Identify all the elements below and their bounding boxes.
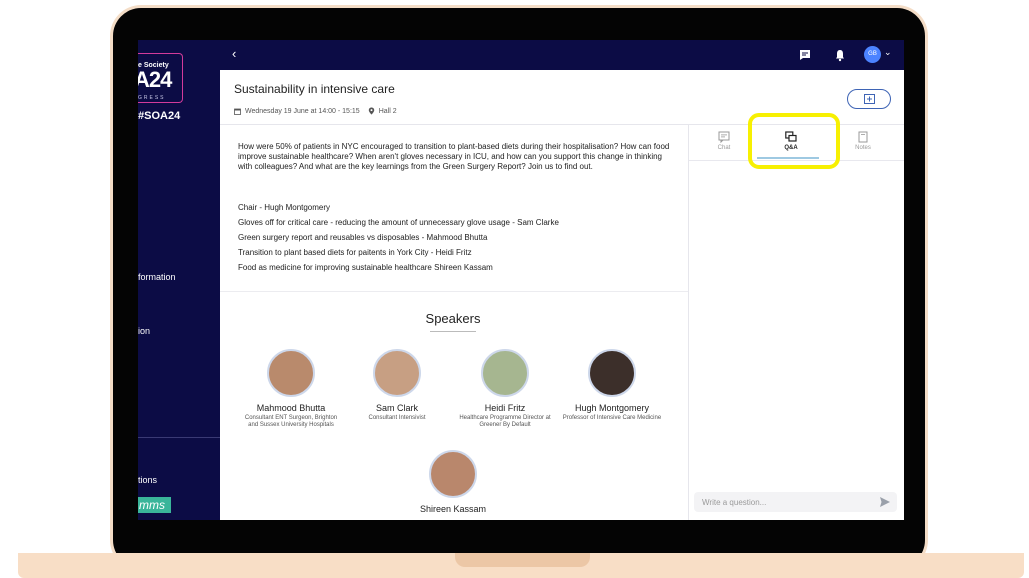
content-divider [220, 291, 688, 292]
back-chevron-icon[interactable]: ‹ [232, 46, 236, 61]
sidebar-item-information[interactable]: formation [138, 272, 176, 282]
add-to-agenda-button[interactable] [847, 89, 891, 109]
session-description: How were 50% of patients in NYC encourag… [238, 142, 670, 171]
speaker-name: Hugh Montgomery [574, 403, 650, 413]
agenda-item: Food as medicine for improving sustainab… [238, 263, 493, 272]
bell-icon[interactable] [833, 48, 847, 62]
speaker-role: Consultant Intensivist [368, 415, 426, 421]
brand-year: A24 [138, 67, 172, 92]
send-icon[interactable] [879, 496, 891, 508]
chat-icon [718, 131, 730, 143]
session-date: Wednesday 19 June at 14:00 - 15:15 [245, 107, 360, 115]
agenda-item: Chair - Hugh Montgomery [238, 203, 331, 212]
qa-tab-highlight [748, 113, 840, 169]
app-screen: e Society A24 GRESS #SOA24 formation ion… [138, 40, 904, 520]
agenda-item: Transition to plant based diets for pait… [238, 248, 472, 257]
sidebar-divider [138, 437, 220, 438]
session-location: Hall 2 [378, 107, 397, 115]
notes-icon [858, 131, 868, 143]
speaker-name: Mahmood Bhutta [256, 403, 326, 413]
top-bar: ‹ GB ⌄ [220, 40, 904, 70]
speakers-underline [430, 331, 476, 332]
speaker-role: Healthcare Programme Director at Greener… [459, 415, 551, 428]
interaction-panel: Chat Q&A Notes [689, 125, 904, 520]
sidebar: e Society A24 GRESS #SOA24 formation ion… [138, 40, 220, 520]
question-composer [694, 492, 897, 512]
speaker-card[interactable]: Shireen Kassam [403, 450, 503, 516]
speaker-avatar [429, 450, 477, 498]
speaker-card[interactable]: Hugh Montgomery Professor of Intensive C… [562, 349, 662, 422]
agenda-item: Green surgery report and reusables vs di… [238, 233, 488, 242]
speaker-card[interactable]: Sam Clark Consultant Intensivist [347, 349, 447, 422]
brand-hashtag: #SOA24 [138, 110, 181, 122]
chevron-down-icon[interactable]: ⌄ [884, 47, 892, 58]
session-meta: Wednesday 19 June at 14:00 - 15:15 Hall … [234, 107, 397, 115]
add-calendar-icon [863, 94, 875, 104]
user-avatar-initials: GB [868, 51, 877, 57]
speaker-card[interactable]: Mahmood Bhutta Consultant ENT Surgeon, B… [241, 349, 341, 429]
sponsor-logo: mms [138, 497, 171, 513]
user-avatar-icon[interactable]: GB [864, 46, 881, 63]
location-pin-icon [368, 107, 374, 115]
speaker-avatar [373, 349, 421, 397]
speaker-role: Consultant ENT Surgeon, Brighton and Sus… [244, 415, 338, 428]
session-title: Sustainability in intensive care [234, 82, 395, 96]
speaker-name: Shireen Kassam [419, 504, 487, 514]
sidebar-item-tions[interactable]: tions [138, 475, 157, 485]
sidebar-item-ion[interactable]: ion [138, 326, 150, 336]
session-details: How were 50% of patients in NYC encourag… [220, 125, 689, 520]
laptop-base-notch [455, 553, 590, 567]
speaker-card[interactable]: Heidi Fritz Healthcare Programme Directo… [455, 349, 555, 429]
brand-congress: GRESS [138, 95, 166, 101]
speaker-avatar [481, 349, 529, 397]
calendar-icon [234, 108, 241, 115]
question-input[interactable] [694, 496, 879, 508]
session-agenda: Chair - Hugh Montgomery Gloves off for c… [238, 203, 670, 278]
agenda-item: Gloves off for critical care - reducing … [238, 218, 559, 227]
speaker-name: Heidi Fritz [484, 403, 526, 413]
speaker-role: Professor of Intensive Care Medicine [562, 415, 662, 421]
speakers-heading: Speakers [425, 311, 481, 326]
speaker-avatar [588, 349, 636, 397]
speaker-avatar [267, 349, 315, 397]
chat-bubble-icon[interactable] [798, 48, 812, 62]
speaker-name: Sam Clark [375, 403, 418, 413]
